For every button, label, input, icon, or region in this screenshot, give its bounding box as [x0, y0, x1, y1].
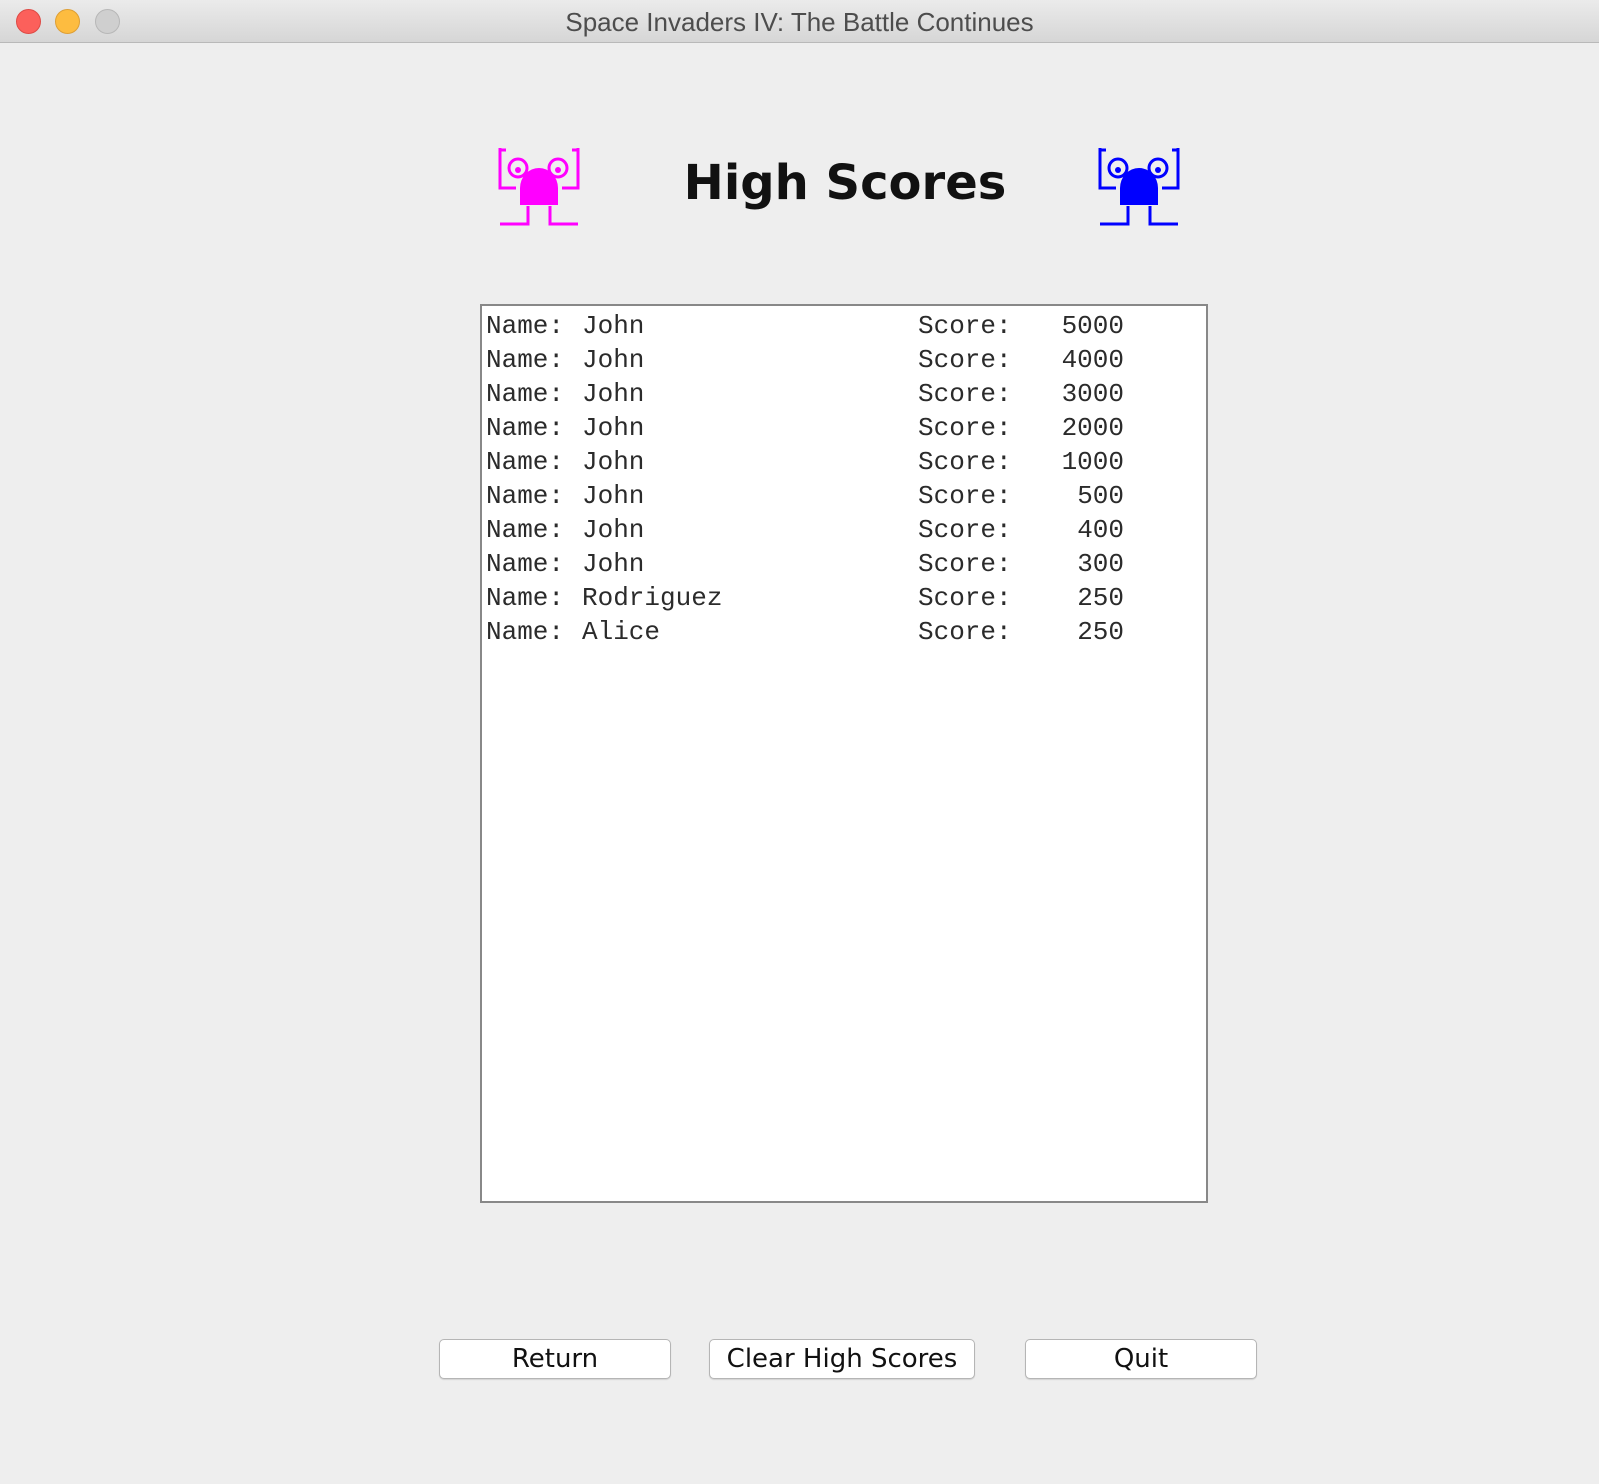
- score-label: Score:: [918, 617, 1012, 647]
- player-name: John: [582, 515, 645, 545]
- name-label: Name:: [486, 345, 565, 375]
- score-row: Name: John Score: 5000: [482, 309, 1206, 343]
- player-name: John: [582, 549, 645, 579]
- name-label: Name:: [486, 481, 565, 511]
- name-label: Name:: [486, 379, 565, 409]
- score-label: Score:: [918, 413, 1012, 443]
- score-value: 500: [1077, 481, 1124, 511]
- player-name: Alice: [582, 617, 661, 647]
- player-name: John: [582, 379, 645, 409]
- score-row: Name: John Score: 400: [482, 513, 1206, 547]
- name-label: Name:: [486, 413, 565, 443]
- score-row: Name: John Score: 1000: [482, 445, 1206, 479]
- score-row: Name: John Score: 2000: [482, 411, 1206, 445]
- score-value: 300: [1077, 549, 1124, 579]
- score-label: Score:: [918, 379, 1012, 409]
- clear-high-scores-button[interactable]: Clear High Scores: [709, 1339, 975, 1379]
- player-name: John: [582, 311, 645, 341]
- player-name: Rodriguez: [582, 583, 723, 613]
- quit-button[interactable]: Quit: [1025, 1339, 1257, 1379]
- score-row: Name: John Score: 4000: [482, 343, 1206, 377]
- score-row: Name: John Score: 3000: [482, 377, 1206, 411]
- score-row: Name: John Score: 500: [482, 479, 1206, 513]
- page-title: High Scores: [683, 155, 1007, 211]
- score-rows: Name: John Score: 5000 Name: John Score: 4000 Na…: [482, 306, 1206, 649]
- score-label: Score:: [918, 583, 1012, 613]
- score-label: Score:: [918, 447, 1012, 477]
- name-label: Name:: [486, 515, 565, 545]
- name-label: Name:: [486, 311, 565, 341]
- name-label: Name:: [486, 447, 565, 477]
- score-value: 400: [1077, 515, 1124, 545]
- return-button[interactable]: Return: [439, 1339, 671, 1379]
- app-window: Space Invaders IV: The Battle Continues …: [0, 0, 1599, 1484]
- player-name: John: [582, 481, 645, 511]
- player-name: John: [582, 447, 645, 477]
- name-label: Name:: [486, 583, 565, 613]
- window-title: Space Invaders IV: The Battle Continues: [565, 7, 1034, 37]
- score-label: Score:: [918, 311, 1012, 341]
- score-value: 1000: [1061, 447, 1124, 477]
- title-bar[interactable]: Space Invaders IV: The Battle Continues: [0, 0, 1599, 43]
- high-scores-list[interactable]: Name: John Score: 5000 Name: John Score: 4000 Na…: [480, 304, 1208, 1203]
- magenta-invader-icon: [498, 148, 580, 226]
- score-label: Score:: [918, 481, 1012, 511]
- score-value: 250: [1077, 617, 1124, 647]
- score-value: 4000: [1061, 345, 1124, 375]
- score-row: Name: Rodriguez Score: 250: [482, 581, 1206, 615]
- score-row: Name: John Score: 300: [482, 547, 1206, 581]
- score-value: 3000: [1061, 379, 1124, 409]
- score-label: Score:: [918, 345, 1012, 375]
- score-row: Name: Alice Score: 250: [482, 615, 1206, 649]
- blue-invader-icon: [1098, 148, 1180, 226]
- score-label: Score:: [918, 515, 1012, 545]
- score-label: Score:: [918, 549, 1012, 579]
- name-label: Name:: [486, 549, 565, 579]
- player-name: John: [582, 413, 645, 443]
- score-value: 2000: [1061, 413, 1124, 443]
- name-label: Name:: [486, 617, 565, 647]
- player-name: John: [582, 345, 645, 375]
- score-value: 250: [1077, 583, 1124, 613]
- score-value: 5000: [1061, 311, 1124, 341]
